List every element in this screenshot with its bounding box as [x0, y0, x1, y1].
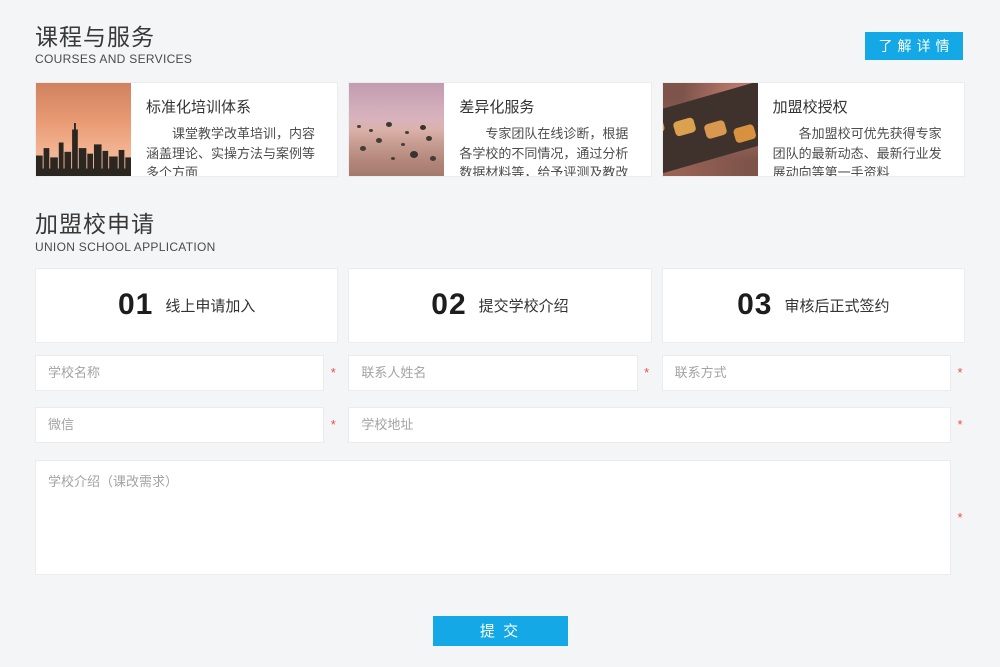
card-description: 各加盟校可优先获得专家团队的最新动态、最新行业发展动向等第一手资料	[773, 124, 950, 177]
application-heading-block: 加盟校申请 UNION SCHOOL APPLICATION	[35, 211, 216, 253]
school-address-input[interactable]	[348, 407, 951, 443]
courses-section-header: 课程与服务 COURSES AND SERVICES 了解详情	[35, 24, 965, 66]
courses-section-title: 课程与服务	[35, 24, 192, 50]
wechat-field-wrap: *	[35, 407, 338, 443]
school-intro-field-wrap: *	[35, 460, 965, 575]
card-title: 加盟校授权	[773, 96, 950, 117]
film-strip-graphic	[663, 83, 758, 176]
required-asterisk: *	[642, 365, 652, 380]
contact-name-input[interactable]	[348, 355, 637, 391]
learn-more-button[interactable]: 了解详情	[865, 32, 963, 60]
desert-dusk-image	[349, 83, 444, 176]
step-1-apply-online: 01 线上申请加入	[35, 268, 338, 343]
required-asterisk: *	[955, 417, 965, 432]
required-asterisk: *	[328, 365, 338, 380]
application-form: * * * * * *	[35, 355, 965, 575]
required-asterisk: *	[955, 365, 965, 380]
step-label: 提交学校介绍	[479, 295, 569, 316]
submit-row: 提 交	[35, 616, 965, 646]
step-label: 审核后正式签约	[785, 295, 890, 316]
service-card-differentiated: 差异化服务 专家团队在线诊断，根据各学校的不同情况，通过分析数据材料等，给予评测…	[348, 82, 651, 177]
city-skyline-silhouette	[36, 83, 131, 176]
desert-shrubs	[357, 125, 361, 128]
card-body: 标准化培训体系 课堂教学改革培训，内容涵盖理论、实操方法与案例等多个方面	[131, 83, 337, 176]
application-section-header: 加盟校申请 UNION SCHOOL APPLICATION	[35, 211, 965, 253]
required-asterisk: *	[328, 417, 338, 432]
courses-heading-block: 课程与服务 COURSES AND SERVICES	[35, 24, 192, 66]
school-name-input[interactable]	[35, 355, 324, 391]
card-body: 加盟校授权 各加盟校可优先获得专家团队的最新动态、最新行业发展动向等第一手资料	[758, 83, 964, 176]
card-body: 差异化服务 专家团队在线诊断，根据各学校的不同情况，通过分析数据材料等，给予评测…	[444, 83, 650, 176]
contact-method-field-wrap: *	[662, 355, 965, 391]
submit-button[interactable]: 提 交	[433, 616, 568, 646]
application-section-subtitle: UNION SCHOOL APPLICATION	[35, 240, 216, 254]
school-intro-textarea[interactable]	[35, 460, 951, 575]
step-number: 02	[431, 288, 466, 322]
application-steps-row: 01 线上申请加入 02 提交学校介绍 03 审核后正式签约	[35, 268, 965, 343]
contact-name-field-wrap: *	[348, 355, 651, 391]
city-sunset-image	[36, 83, 131, 176]
film-strip-image	[663, 83, 758, 176]
step-2-submit-intro: 02 提交学校介绍	[348, 268, 651, 343]
card-description: 专家团队在线诊断，根据各学校的不同情况，通过分析数据材料等，给予评测及教改意见	[459, 124, 636, 177]
card-title: 差异化服务	[459, 96, 636, 117]
step-number: 01	[118, 288, 153, 322]
card-title: 标准化培训体系	[146, 96, 323, 117]
required-asterisk: *	[955, 510, 965, 525]
wechat-input[interactable]	[35, 407, 324, 443]
service-card-training: 标准化培训体系 课堂教学改革培训，内容涵盖理论、实操方法与案例等多个方面	[35, 82, 338, 177]
school-address-field-wrap: *	[348, 407, 965, 443]
contact-method-input[interactable]	[662, 355, 951, 391]
step-number: 03	[737, 288, 772, 322]
step-3-sign-contract: 03 审核后正式签约	[662, 268, 965, 343]
step-label: 线上申请加入	[165, 295, 255, 316]
service-card-authorization: 加盟校授权 各加盟校可优先获得专家团队的最新动态、最新行业发展动向等第一手资料	[662, 82, 965, 177]
school-name-field-wrap: *	[35, 355, 338, 391]
application-section-title: 加盟校申请	[35, 211, 216, 237]
page: 课程与服务 COURSES AND SERVICES 了解详情	[0, 0, 1000, 667]
courses-section-subtitle: COURSES AND SERVICES	[35, 52, 192, 66]
service-cards-row: 标准化培训体系 课堂教学改革培训，内容涵盖理论、实操方法与案例等多个方面 差异化…	[35, 82, 965, 177]
card-description: 课堂教学改革培训，内容涵盖理论、实操方法与案例等多个方面	[146, 124, 323, 177]
